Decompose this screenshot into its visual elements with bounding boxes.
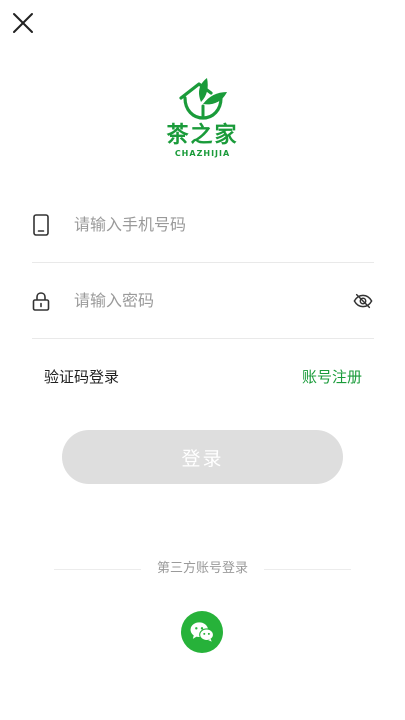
login-screen: 茶之家 CHAZHIJIA 验证码 [0,0,405,720]
third-party-title: 第三方账号登录 [157,561,249,576]
tea-house-logo-icon [178,78,227,120]
password-field-row [32,263,374,339]
logo-title: 茶之家 [166,123,239,148]
divider-line-right [264,568,352,570]
lock-icon [32,290,50,312]
third-party-divider: 第三方账号登录 [54,560,352,578]
login-button[interactable]: 登录 [62,430,343,484]
app-logo: 茶之家 CHAZHIJIA [0,76,405,160]
logo-subtitle: CHAZHIJIA [174,149,231,158]
code-login-link[interactable]: 验证码登录 [44,366,119,388]
phone-input[interactable] [74,206,374,243]
login-links: 验证码登录 账号注册 [44,366,362,388]
password-visibility-toggle[interactable] [352,290,374,312]
close-icon [13,13,33,33]
phone-field-row [32,187,374,263]
wechat-login-button[interactable] [181,611,223,653]
close-button[interactable] [10,10,36,36]
phone-icon [32,213,50,236]
eye-off-icon [353,293,373,308]
divider-line-left [54,568,141,570]
password-input[interactable] [74,282,352,319]
wechat-icon [190,622,215,642]
register-link[interactable]: 账号注册 [302,366,362,388]
